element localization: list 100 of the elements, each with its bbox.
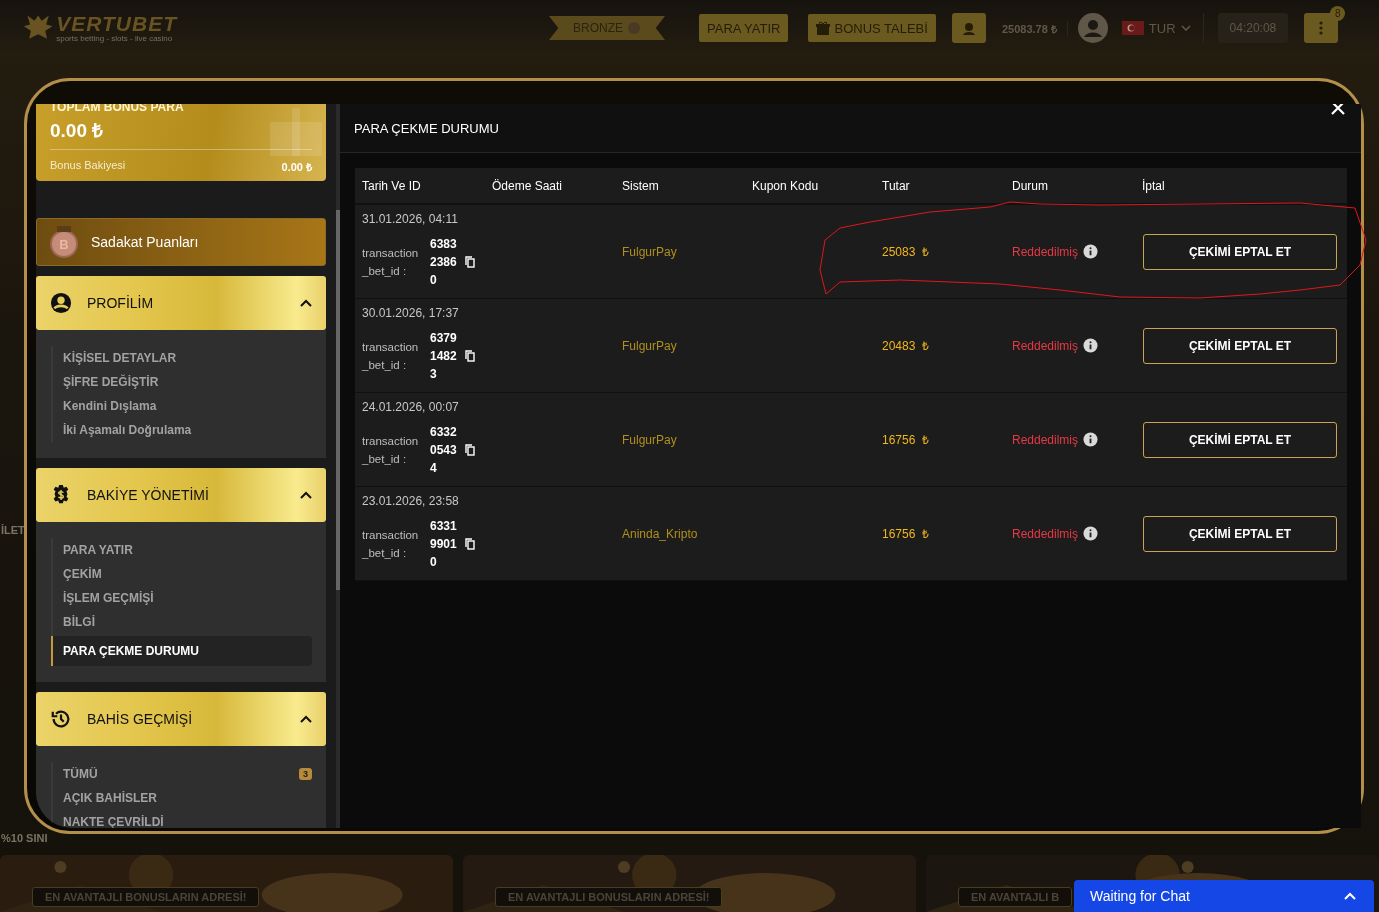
copy-icon[interactable]	[465, 256, 475, 268]
amount: 16756 ₺	[882, 433, 930, 447]
payment-system: FulgurPay	[622, 338, 677, 353]
menu-item-label: İŞLEM GEÇMİŞİ	[63, 591, 154, 605]
amount: 25083 ₺	[882, 245, 930, 259]
cancel-withdrawal-button[interactable]: ÇEKİMİ EPTAL ET	[1143, 327, 1337, 364]
amount: 20483 ₺	[882, 339, 930, 353]
menu-section-header[interactable]: BAHİS GEÇMİŞİ	[36, 692, 326, 746]
section-title: BAHİS GEÇMİŞİ	[87, 711, 194, 727]
menu-item-label: AÇIK BAHİSLER	[63, 791, 157, 805]
menu-section-header[interactable]: PROFİLİM	[36, 276, 326, 330]
history-icon	[50, 708, 72, 730]
menu-item-label: Kendini Dışlama	[63, 399, 157, 413]
section-title: PROFİLİM	[87, 295, 155, 311]
bonus-balance-label: Bonus Bakiyesi	[50, 159, 126, 173]
info-icon[interactable]	[1083, 338, 1099, 353]
menu-item[interactable]: Kendini Dışlama	[53, 394, 312, 418]
menu-item-label: TÜMÜ	[63, 767, 98, 781]
notification-badge: 8	[1330, 6, 1346, 21]
status-text: Reddedilmiş	[1012, 432, 1079, 447]
menu-item[interactable]: İŞLEM GEÇMİŞİ	[53, 586, 312, 610]
menu-item[interactable]: ÇEKİM	[53, 562, 312, 586]
gift-icon	[816, 21, 831, 35]
copy-icon[interactable]	[465, 350, 475, 362]
menu-item[interactable]: PARA YATIR	[53, 538, 312, 562]
transaction-id: 638323860	[430, 236, 458, 289]
status-text: Reddedilmiş	[1012, 338, 1079, 353]
date-text: 31.01.2026, 04:11	[362, 212, 459, 226]
banner-label: EN AVANTAJLI BONUSLARIN ADRESİ!	[495, 887, 723, 907]
menu-item-label: ŞİFRE DEĞİŞTİR	[63, 375, 159, 389]
section-title: BAKİYE YÖNETİMİ	[87, 487, 210, 503]
info-icon[interactable]	[1083, 244, 1099, 259]
menu-item[interactable]: AÇIK BAHİSLER	[53, 786, 312, 810]
incognito-icon	[961, 21, 976, 35]
id-label: transaction _bet_id :	[362, 340, 420, 373]
logo-tagline: sports betting - slots - live casino	[56, 33, 174, 43]
transaction-id: 633199010	[430, 518, 458, 571]
user-icon	[50, 292, 72, 314]
chevron-down-icon	[1180, 25, 1191, 31]
column-header: İptal	[1135, 168, 1347, 204]
column-header: Sistem	[615, 168, 745, 204]
loyalty-label: Sadakat Puanları	[91, 234, 199, 250]
menu-section-header[interactable]: BAKİYE YÖNETİMİ	[36, 468, 326, 522]
cancel-withdrawal-button[interactable]: ÇEKİMİ EPTAL ET	[1143, 233, 1337, 270]
menu-item[interactable]: ŞİFRE DEĞİŞTİR	[53, 370, 312, 394]
info-icon[interactable]	[1083, 526, 1099, 541]
chat-label: Waiting for Chat	[1090, 888, 1190, 904]
menu-item-label: NAKTE ÇEVRİLDİ	[63, 815, 164, 828]
id-label: transaction _bet_id :	[362, 528, 420, 561]
column-header: Tutar	[875, 168, 1005, 204]
status-text: Reddedilmiş	[1012, 526, 1079, 541]
id-label: transaction _bet_id :	[362, 246, 420, 279]
column-header: Tarih Ve ID	[355, 168, 485, 204]
menu-item[interactable]: BİLGİ	[53, 610, 312, 634]
menu-item[interactable]: İki Aşamalı Doğrulama	[53, 418, 312, 442]
menu-item[interactable]: TÜMÜ 3	[53, 762, 312, 786]
menu-item-label: PARA YATIR	[63, 543, 133, 557]
amount: 16756 ₺	[882, 527, 930, 541]
menu-item-label: ÇEKİM	[63, 567, 102, 581]
column-header: Ödeme Saati	[485, 168, 615, 204]
avatar-icon[interactable]	[1077, 13, 1108, 43]
logo-text: VERTUBET	[56, 13, 177, 34]
incognito-button[interactable]	[951, 13, 986, 43]
scrollbar-thumb[interactable]	[336, 210, 340, 590]
side-text: İLET	[1, 524, 25, 536]
date-text: 24.01.2026, 00:07	[362, 400, 460, 414]
menu-item[interactable]: KİŞİSEL DETAYLAR	[53, 346, 312, 370]
count-badge: 3	[299, 768, 312, 780]
menu-item-label: İki Aşamalı Doğrulama	[63, 423, 192, 437]
id-label: transaction _bet_id :	[362, 434, 420, 467]
balance-amount: 25083.78 ₺	[1001, 20, 1068, 36]
side-text: %10 SINI	[1, 832, 48, 844]
chevron-up-icon[interactable]	[1344, 892, 1356, 900]
bonus-balance-value: 0.00 ₺	[281, 160, 312, 174]
menu-item-label: PARA ÇEKME DURUMU	[63, 644, 199, 658]
banner-label: EN AVANTAJLI BONUSLARIN ADRESİ!	[32, 887, 260, 907]
dots-vertical-icon	[1319, 21, 1324, 35]
panel-title: PARA ÇEKME DURUMU	[354, 120, 499, 136]
cancel-withdrawal-button[interactable]: ÇEKİMİ EPTAL ET	[1143, 421, 1337, 458]
date-text: 23.01.2026, 23:58	[362, 494, 460, 508]
cancel-withdrawal-button[interactable]: ÇEKİMİ EPTAL ET	[1143, 515, 1337, 552]
menu-item[interactable]: NAKTE ÇEVRİLDİ	[53, 810, 312, 828]
status-text: Reddedilmiş	[1012, 244, 1079, 259]
payment-system: FulgurPay	[622, 244, 677, 259]
info-icon[interactable]	[1083, 432, 1099, 447]
bonus-amount: 0.00 ₺	[50, 119, 105, 143]
payment-system: Aninda_Kripto	[622, 526, 698, 541]
menu-item-label: BİLGİ	[63, 615, 95, 629]
gift-icon	[268, 108, 324, 156]
column-header: Durum	[1005, 168, 1135, 204]
transaction-id: 633205434	[430, 424, 458, 477]
chat-toast[interactable]: Waiting for Chat	[1074, 880, 1374, 912]
transaction-id: 637914823	[430, 330, 458, 383]
copy-icon[interactable]	[465, 538, 475, 550]
copy-icon[interactable]	[465, 444, 475, 456]
menu-item-label: KİŞİSEL DETAYLAR	[63, 351, 177, 365]
menu-item[interactable]: PARA ÇEKME DURUMU	[51, 636, 312, 666]
clock: 04:20:08	[1217, 13, 1289, 43]
banner-label: EN AVANTAJLI B	[958, 887, 1073, 907]
close-icon[interactable]	[1331, 104, 1345, 115]
